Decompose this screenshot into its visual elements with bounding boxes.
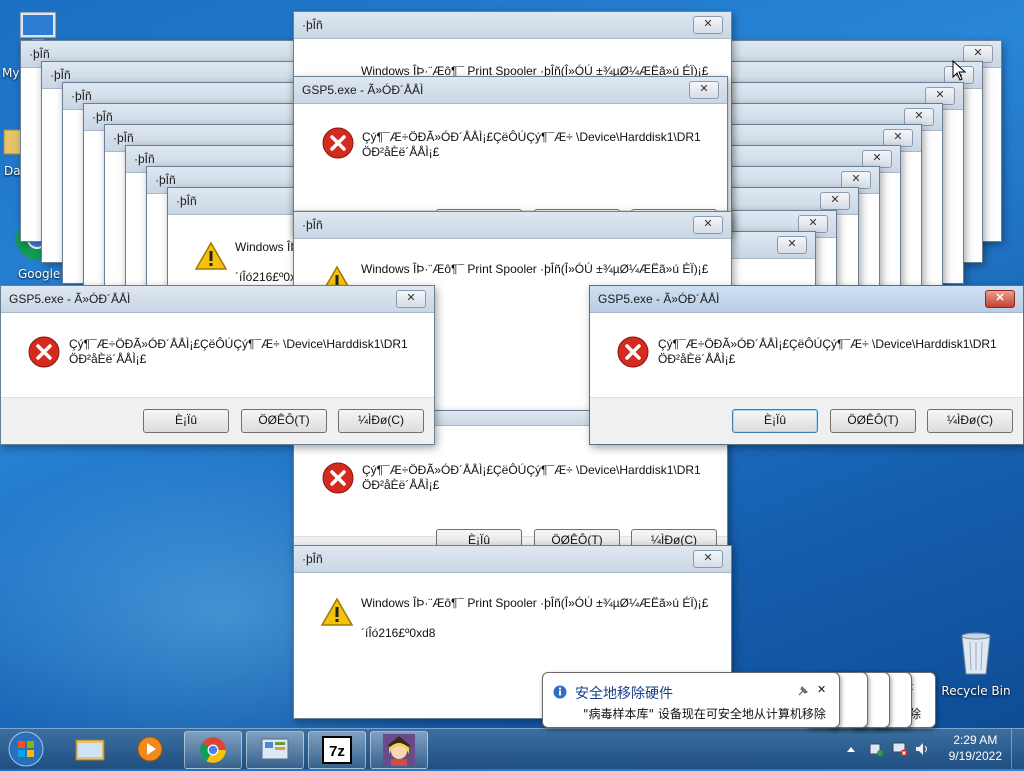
show-hidden-icons-icon[interactable] bbox=[846, 745, 856, 753]
close-button[interactable]: ✕ bbox=[777, 236, 807, 254]
desktop-icon-label: Recycle Bin bbox=[941, 684, 1011, 698]
service-dialog[interactable]: ✕ bbox=[729, 231, 816, 293]
chrome-icon bbox=[200, 737, 226, 763]
disk-message-line2: ÖÐ²åÈë´ÅÅÌ¡£ bbox=[69, 352, 147, 366]
retry-button[interactable]: ÖØÊÔ(T) bbox=[241, 409, 327, 433]
clock-time: 2:29 AM bbox=[953, 733, 998, 747]
mouse-cursor-icon bbox=[952, 60, 967, 81]
dialog-body: Çý¶¯Æ÷ÖÐÃ»ÓÐ´ÅÅÌ¡£ÇëÔÚÇý¶¯Æ÷ \Device\Har… bbox=[1, 313, 434, 398]
close-button[interactable]: ✕ bbox=[693, 216, 723, 234]
cancel-button[interactable]: È¡Ïû bbox=[732, 409, 818, 433]
disk-message-line1: Çý¶¯Æ÷ÖÐÃ»ÓÐ´ÅÅÌ¡£ÇëÔÚÇý¶¯Æ÷ \Device\Har… bbox=[658, 337, 997, 351]
service-message: Windows ÎÞ bbox=[235, 240, 299, 254]
error-icon bbox=[617, 336, 649, 368]
folder-icon bbox=[75, 739, 105, 761]
dialog-title: ·þÎñ bbox=[302, 18, 323, 32]
error-icon bbox=[28, 336, 60, 368]
taskbar-item-explorer[interactable] bbox=[62, 731, 118, 767]
close-button[interactable]: ✕ bbox=[689, 81, 719, 99]
disk-message-line2: ÖÐ²åÈë´ÅÅÌ¡£ bbox=[362, 145, 440, 159]
dialog-title: ·þÎñ bbox=[134, 152, 155, 166]
error-code: ´íÎó216£º0x bbox=[235, 270, 297, 284]
desktop-icon-label: My bbox=[2, 66, 20, 80]
button-bar: È¡Ïû ÖØÊÔ(T) ¼ÌÐø(C) bbox=[590, 397, 1023, 444]
taskbar-item-media-player[interactable] bbox=[122, 731, 178, 767]
error-icon bbox=[322, 462, 354, 494]
volume-icon[interactable] bbox=[914, 741, 930, 757]
taskbar-item-7zip[interactable]: 7z bbox=[308, 731, 366, 769]
desktop-icon-label: Google bbox=[18, 267, 61, 281]
titlebar[interactable]: ·þÎñ ✕ bbox=[294, 212, 731, 239]
clock-date: 9/19/2022 bbox=[948, 749, 1002, 763]
close-button[interactable]: ✕ bbox=[985, 290, 1015, 308]
dialog-title: ·þÎñ bbox=[302, 552, 323, 566]
taskbar-item-app-character[interactable] bbox=[370, 731, 428, 769]
safely-remove-hardware-icon[interactable] bbox=[868, 741, 884, 757]
warning-icon bbox=[194, 241, 228, 270]
titlebar[interactable]: GSP5.exe - Ã»ÓÐ´ÅÅÌ ✕ bbox=[1, 286, 434, 313]
balloon-close-button[interactable]: ✕ bbox=[817, 683, 826, 696]
dialog-body: Çý¶¯Æ÷ÖÐÃ»ÓÐ´ÅÅÌ¡£ÇëÔÚÇý¶¯Æ÷ \Device\Har… bbox=[590, 313, 1023, 398]
windows-start-icon bbox=[8, 731, 44, 767]
dialog-title: GSP5.exe - Ã»ÓÐ´ÅÅÌ bbox=[9, 292, 131, 306]
dialog-title: ·þÎñ bbox=[29, 47, 50, 61]
dialog-title: ·þÎñ bbox=[92, 110, 113, 124]
retry-button[interactable]: ÖØÊÔ(T) bbox=[830, 409, 916, 433]
network-error-icon[interactable] bbox=[892, 741, 908, 757]
error-icon bbox=[322, 127, 354, 159]
dialog-title: ·þÎñ bbox=[302, 218, 323, 232]
titlebar[interactable]: GSP5.exe - Ã»ÓÐ´ÅÅÌ ✕ bbox=[294, 77, 727, 104]
dialog-title: GSP5.exe - Ã»ÓÐ´ÅÅÌ bbox=[302, 83, 424, 97]
titlebar[interactable]: ✕ bbox=[730, 232, 815, 259]
start-button[interactable] bbox=[6, 730, 46, 768]
close-button[interactable]: ✕ bbox=[820, 192, 850, 210]
continue-button[interactable]: ¼ÌÐø(C) bbox=[338, 409, 424, 433]
system-clock[interactable]: 2:29 AM 9/19/2022 bbox=[949, 732, 1002, 764]
dialog-title: GSP5.exe - Ã»ÓÐ´ÅÅÌ bbox=[598, 292, 720, 306]
close-button[interactable]: ✕ bbox=[693, 550, 723, 568]
gsp5-disk-error-dialog[interactable]: GSP5.exe - Ã»ÓÐ´ÅÅÌ ✕ Çý¶¯Æ÷ÖÐÃ»ÓÐ´ÅÅÌ¡£Ç… bbox=[0, 285, 435, 445]
balloon-message: "病毒样本库" 设备现在可安全地从计算机移除 bbox=[583, 707, 826, 721]
notification-balloon[interactable]: 安全地移除硬件 ✕ "病毒样本库" 设备现在可安全地从计算机移除 bbox=[542, 672, 840, 728]
dialog-title: ·þÎñ bbox=[176, 194, 197, 208]
dialog-title: ·þÎñ bbox=[71, 89, 92, 103]
titlebar[interactable]: ·þÎñ ✕ bbox=[294, 546, 731, 573]
service-message: Windows ÎÞ·¨Æô¶¯ Print Spooler ·þÎñ(Î»ÓÚ… bbox=[361, 262, 709, 276]
control-panel-icon bbox=[261, 738, 289, 760]
taskbar: 7z 2:29 AM 9/19/2022 bbox=[0, 728, 1024, 769]
titlebar[interactable]: GSP5.exe - Ã»ÓÐ´ÅÅÌ ✕ bbox=[590, 286, 1023, 313]
desktop-icon-recycle-bin[interactable]: Recycle Bin bbox=[940, 630, 1012, 698]
character-avatar-icon bbox=[383, 734, 415, 766]
7zip-icon: 7z bbox=[322, 736, 352, 764]
recycle-bin-icon bbox=[961, 632, 991, 675]
taskbar-item-chrome[interactable] bbox=[184, 731, 242, 769]
close-button[interactable]: ✕ bbox=[396, 290, 426, 308]
show-desktop-button[interactable] bbox=[1011, 729, 1024, 769]
dialog-title: ·þÎñ bbox=[113, 131, 134, 145]
disk-message-line1: Çý¶¯Æ÷ÖÐÃ»ÓÐ´ÅÅÌ¡£ÇëÔÚÇý¶¯Æ÷ \Device\Har… bbox=[362, 463, 701, 477]
cancel-button[interactable]: È¡Ïû bbox=[143, 409, 229, 433]
svg-text:7z: 7z bbox=[329, 743, 345, 760]
dialog-body: Çý¶¯Æ÷ÖÐÃ»ÓÐ´ÅÅÌ¡£ÇëÔÚÇý¶¯Æ÷ \Device\Har… bbox=[294, 104, 727, 211]
balloon-title: 安全地移除硬件 bbox=[575, 686, 673, 702]
disk-message-line1: Çý¶¯Æ÷ÖÐÃ»ÓÐ´ÅÅÌ¡£ÇëÔÚÇý¶¯Æ÷ \Device\Har… bbox=[362, 130, 701, 144]
dialog-title: ·þÎñ bbox=[155, 173, 176, 187]
disk-message-line1: Çý¶¯Æ÷ÖÐÃ»ÓÐ´ÅÅÌ¡£ÇëÔÚÇý¶¯Æ÷ \Device\Har… bbox=[69, 337, 408, 351]
button-bar: È¡Ïû ÖØÊÔ(T) ¼ÌÐø(C) bbox=[1, 397, 434, 444]
media-player-icon bbox=[137, 736, 163, 762]
info-icon bbox=[553, 685, 567, 699]
gsp5-disk-error-dialog-active[interactable]: GSP5.exe - Ã»ÓÐ´ÅÅÌ ✕ Çý¶¯Æ÷ÖÐÃ»ÓÐ´ÅÅÌ¡£Ç… bbox=[589, 285, 1024, 445]
error-code: ´íÎó216£º0xd8 bbox=[361, 626, 436, 640]
service-message: Windows ÎÞ·¨Æô¶¯ Print Spooler ·þÎñ(Î»ÓÚ… bbox=[361, 596, 709, 610]
warning-icon bbox=[320, 597, 354, 626]
close-button[interactable]: ✕ bbox=[693, 16, 723, 34]
disk-message-line2: ÖÐ²åÈë´ÅÅÌ¡£ bbox=[658, 352, 736, 366]
taskbar-item-control-panel[interactable] bbox=[246, 731, 304, 769]
dialog-title: ·þÎñ bbox=[50, 68, 71, 82]
continue-button[interactable]: ¼ÌÐø(C) bbox=[927, 409, 1013, 433]
disk-message-line2: ÖÐ²åÈë´ÅÅÌ¡£ bbox=[362, 478, 440, 492]
pin-icon[interactable] bbox=[797, 685, 809, 697]
titlebar[interactable]: ·þÎñ ✕ bbox=[294, 12, 731, 39]
